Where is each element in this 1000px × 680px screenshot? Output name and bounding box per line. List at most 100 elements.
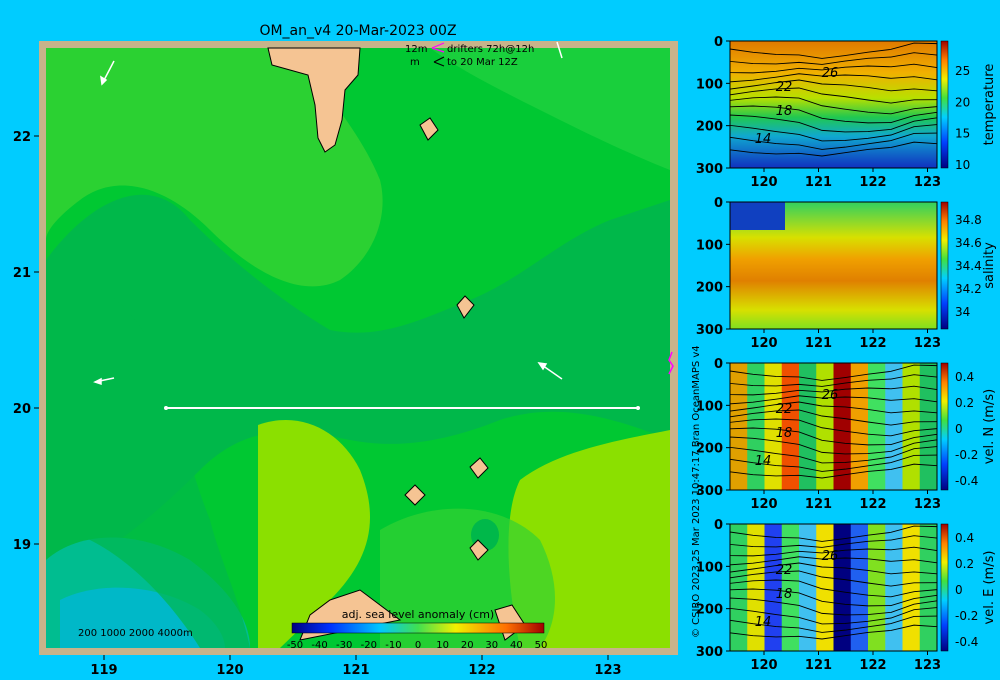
- longitude-ticks: 119 120 121 122 123: [90, 655, 622, 678]
- contour-label: 18: [776, 426, 793, 441]
- colorbar-tick-label: 0: [955, 422, 963, 436]
- lon-tick-label: 122: [859, 175, 886, 190]
- lon-tick-label: 121: [805, 175, 832, 190]
- velocity-stripe: [919, 363, 938, 490]
- depth-tick-label: 100: [696, 560, 723, 575]
- depth-tick-label: 300: [696, 484, 723, 499]
- panel-variable-label: vel. N (m/s): [982, 389, 997, 464]
- latitude-ticks: 22 21 20 19: [13, 130, 39, 553]
- section-panel: 0 100 200 300 120 121 122 123 34.8 34.6 34.4 34.2 34…: [696, 196, 997, 351]
- colorbar-tick-label: -20: [361, 640, 377, 651]
- colorbar-tick-label: -0.4: [955, 474, 978, 488]
- panel-colorbar: [940, 523, 949, 652]
- colorbar-tick-label: 10: [955, 158, 970, 172]
- ocean-map-figure: OM_an_v4 20-Mar-2023 00Z 12m m drifters …: [13, 23, 997, 678]
- lat-tick-label: 20: [13, 402, 31, 417]
- depth-tick-label: 100: [696, 399, 723, 414]
- lon-tick-label: 123: [914, 497, 941, 512]
- depth-tick-label: 0: [714, 35, 723, 50]
- legend-date: to 20 Mar 12Z: [447, 57, 518, 68]
- colorbar-tick-label: -10: [385, 640, 401, 651]
- colorbar-tick-label: 34.8: [955, 213, 982, 227]
- sea-level-field: [46, 48, 670, 648]
- panel-variable-label: salinity: [982, 242, 997, 289]
- velocity-stripe: [833, 363, 852, 490]
- lon-tick-label: 122: [468, 663, 495, 678]
- colorbar-tick-label: -30: [336, 640, 352, 651]
- contour-label: 22: [776, 80, 793, 95]
- lon-tick-label: 119: [90, 663, 117, 678]
- contour-label: 14: [755, 132, 772, 147]
- map-title: OM_an_v4 20-Mar-2023 00Z: [259, 23, 456, 39]
- colorbar-tick-label: -0.4: [955, 635, 978, 649]
- contour-label: 22: [776, 402, 793, 417]
- colorbar-tick-label: 50: [535, 640, 548, 651]
- depth-tick-label: 200: [696, 120, 723, 135]
- panel-field: [730, 41, 937, 168]
- colorbar-tick-label: 0.4: [955, 531, 974, 545]
- contour-label: 18: [776, 587, 793, 602]
- colorbar-tick-label: -0.2: [955, 609, 978, 623]
- colorbar-tick-label: 0.2: [955, 557, 974, 571]
- depth-tick-label: 0: [714, 518, 723, 533]
- colorbar-tick-label: 34.2: [955, 282, 982, 296]
- velocity-stripe: [799, 363, 817, 490]
- depth-tick-label: 300: [696, 645, 723, 660]
- lon-tick-label: 121: [805, 497, 832, 512]
- colorbar-tick-label: 20: [461, 640, 474, 651]
- section-panel: 26 22 18 14 0 100 200 300 120 121 122 123 0.4 0.2 0 -0.…: [696, 518, 997, 673]
- panel-variable-label: vel. E (m/s): [982, 551, 997, 625]
- lon-tick-label: 120: [750, 658, 777, 673]
- isobath-labels: 200 1000 2000 4000m: [78, 628, 193, 639]
- legend-12m: 12m: [405, 44, 427, 55]
- colorbar-tick-label: 40: [510, 640, 523, 651]
- lon-tick-label: 122: [859, 658, 886, 673]
- colorbar-tick-label: 30: [485, 640, 498, 651]
- lat-tick-label: 19: [13, 538, 31, 553]
- colorbar-tick-label: 34: [955, 305, 970, 319]
- depth-tick-label: 0: [714, 357, 723, 372]
- low-salinity-patch: [730, 202, 785, 230]
- colorbar-title: adj. sea level anomaly (cm): [342, 608, 494, 621]
- panel-colorbar: [940, 40, 949, 169]
- lon-tick-label: 120: [750, 497, 777, 512]
- velocity-stripe: [730, 524, 748, 651]
- lon-tick-label: 120: [216, 663, 243, 678]
- lat-tick-label: 22: [13, 130, 31, 145]
- contour-label: 22: [776, 563, 793, 578]
- depth-tick-label: 300: [696, 323, 723, 338]
- velocity-stripe: [919, 524, 938, 651]
- lon-tick-label: 121: [805, 658, 832, 673]
- colorbar-tick-label: 0.4: [955, 370, 974, 384]
- contour-label: 14: [755, 615, 772, 630]
- contour-label: 14: [755, 454, 772, 469]
- velocity-stripe: [885, 363, 903, 490]
- lon-tick-label: 123: [914, 175, 941, 190]
- lon-tick-label: 120: [750, 175, 777, 190]
- contour-label: 26: [822, 388, 839, 403]
- section-panels: 26 22 18 14 0 100 200 300 120 121 122 123 25 20 15 10 te…: [696, 35, 997, 673]
- legend-m: m: [410, 57, 420, 68]
- velocity-stripe: [902, 524, 921, 651]
- contour-label: 26: [822, 66, 839, 81]
- velocity-stripe: [833, 524, 852, 651]
- colorbar-tick-label: 20: [955, 95, 970, 109]
- depth-tick-label: 200: [696, 603, 723, 618]
- velocity-stripe: [799, 524, 817, 651]
- section-panel: 26 22 18 14 0 100 200 300 120 121 122 123 25 20 15 10 te…: [696, 35, 997, 190]
- colorbar-tick-label: 15: [955, 127, 970, 141]
- depth-tick-label: 0: [714, 196, 723, 211]
- colorbar-tick-label: 34.6: [955, 236, 982, 250]
- velocity-stripe: [730, 363, 748, 490]
- velocity-stripe: [747, 363, 765, 490]
- colorbar-tick-label: -0.2: [955, 448, 978, 462]
- lat-tick-label: 21: [13, 266, 31, 281]
- lon-tick-label: 122: [859, 336, 886, 351]
- map-frame: 12m m drifters 72h@12h to 20 Mar 12Z 200…: [39, 41, 678, 655]
- lon-tick-label: 123: [914, 658, 941, 673]
- lon-tick-label: 123: [594, 663, 621, 678]
- contour-label: 18: [776, 104, 793, 119]
- panel-variable-label: temperature: [982, 64, 997, 146]
- colorbar-tick-label: 0: [415, 640, 421, 651]
- colorbar-tick-label: 34.4: [955, 259, 982, 273]
